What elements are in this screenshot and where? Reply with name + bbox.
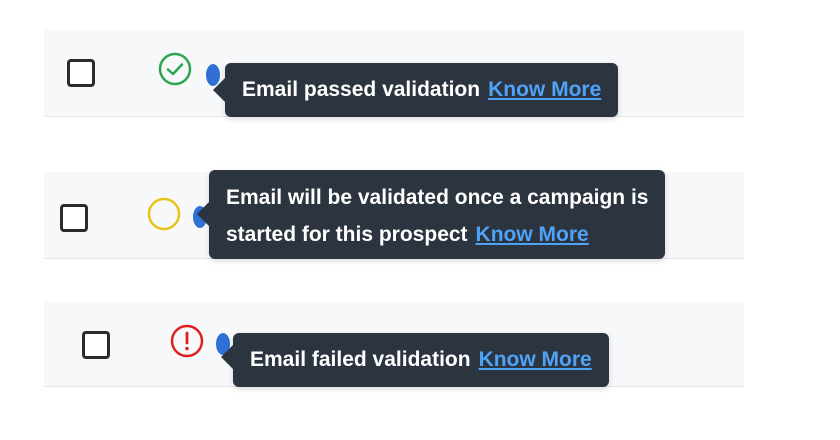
tooltip-caret <box>197 202 209 226</box>
validation-tooltip: Email failed validation Know More <box>221 333 609 387</box>
tooltip-caret <box>213 78 225 102</box>
know-more-link[interactable]: Know More <box>476 223 589 246</box>
check-circle-icon <box>158 52 192 86</box>
row-checkbox[interactable] <box>60 204 88 232</box>
tooltip-text-line-1: Email will be validated once a campaign … <box>226 186 649 209</box>
tooltip-text: Email failed validation <box>250 348 471 371</box>
exclamation-circle-icon <box>170 324 204 358</box>
know-more-link[interactable]: Know More <box>488 78 601 101</box>
validation-tooltip: Email passed validation Know More <box>213 63 619 117</box>
empty-circle-icon <box>147 197 181 231</box>
tooltip-text-line-2: started for this prospect <box>226 223 468 246</box>
tooltip-caret <box>221 345 233 369</box>
know-more-link[interactable]: Know More <box>479 348 592 371</box>
validation-tooltip: Email will be validated once a campaign … <box>197 170 666 259</box>
tooltip-text: Email passed validation <box>242 78 481 101</box>
row-checkbox[interactable] <box>82 331 110 359</box>
row-checkbox[interactable] <box>67 59 95 87</box>
